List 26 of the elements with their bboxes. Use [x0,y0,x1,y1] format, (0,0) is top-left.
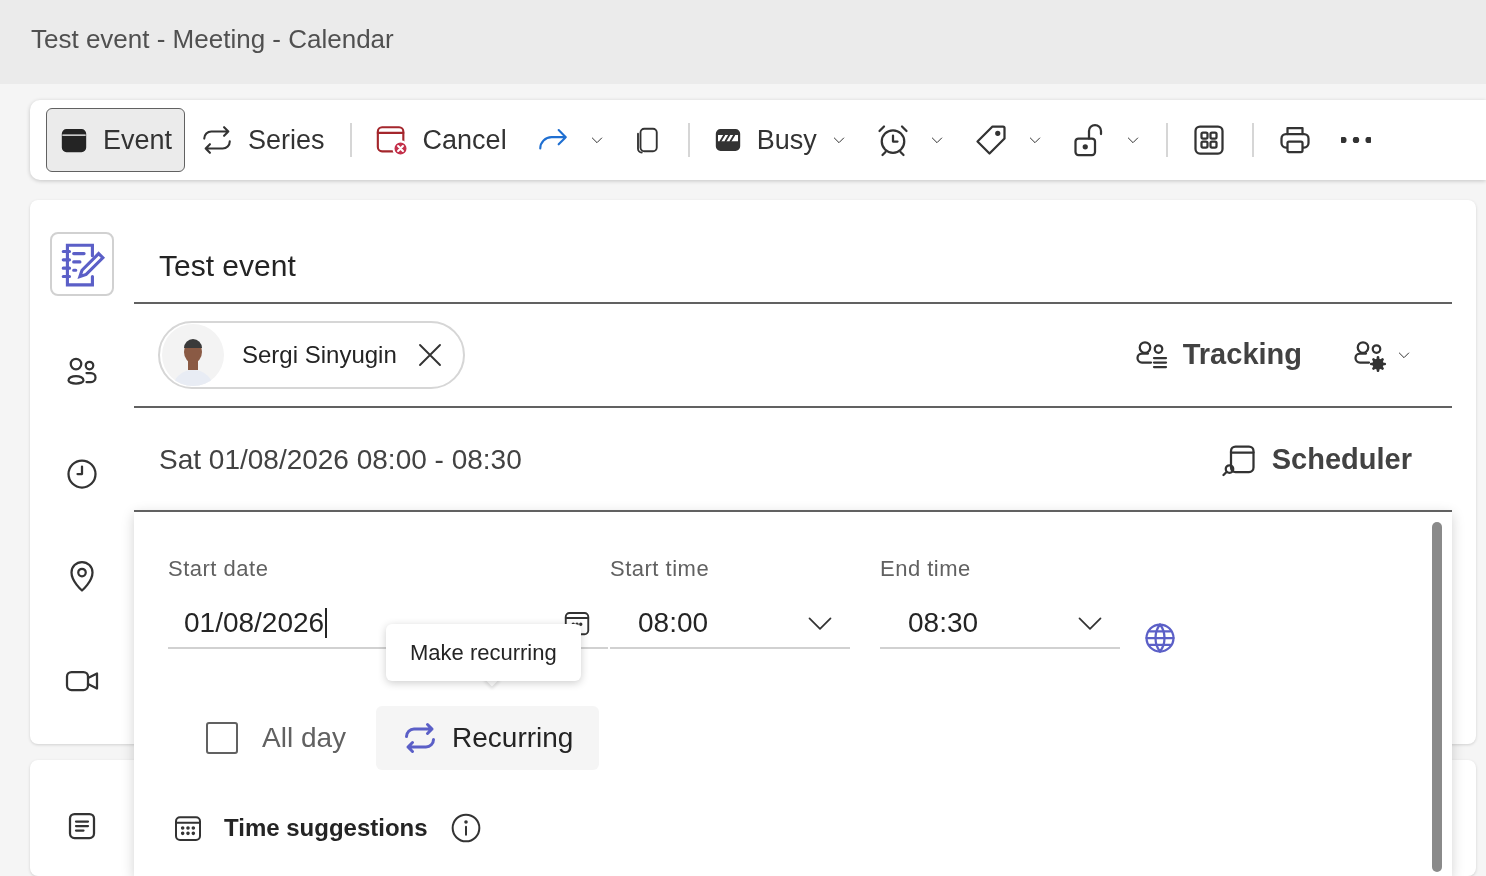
info-icon [449,812,482,844]
all-day-checkbox[interactable]: All day [206,717,347,759]
globe-icon [1142,620,1178,656]
calendar-cancel-icon [374,123,409,157]
tooltip: Make recurring [386,624,581,681]
notebook-icon [50,232,114,296]
date-time-summary[interactable]: Sat 01/08/2026 08:00 - 08:30 [134,439,522,481]
recurring-button[interactable]: Recurring [376,706,600,770]
field-label: Start time [610,555,711,583]
attendee-name: Sergi Sinyugin [242,340,397,370]
field-label: Start date [168,555,270,583]
event-title[interactable]: Test event [134,242,296,288]
window-title: Test event - Meeting - Calendar [31,24,394,54]
toolbar-menu-button[interactable]: Busy [699,108,860,172]
toolbar-toggle[interactable]: Series [187,108,338,172]
field-label: End time [880,555,972,583]
toolbar-toggle[interactable]: Event [46,108,186,172]
attendee-chip[interactable]: Sergi Sinyugin [158,321,465,389]
scheduler-icon [1221,442,1258,478]
scheduler-button[interactable]: Scheduler [1215,437,1418,483]
scrollbar[interactable] [1432,522,1442,872]
more-icon [1340,137,1371,143]
toolbar-button[interactable]: Cancel [361,108,520,172]
tracking-button[interactable]: Tracking [1126,332,1308,378]
clock-icon [64,456,100,492]
time-suggestions-heading: Time suggestions [224,813,428,843]
